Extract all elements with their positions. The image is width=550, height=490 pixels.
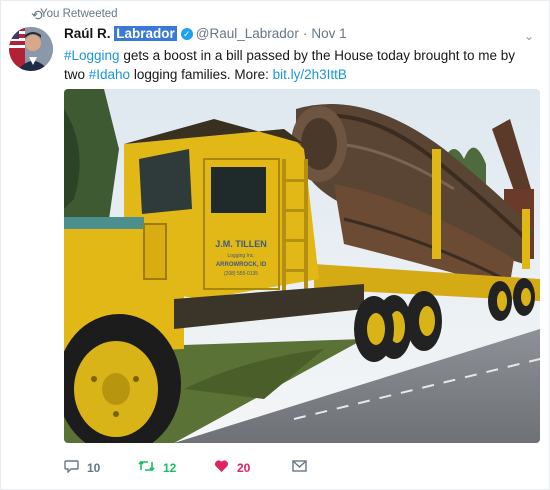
author-handle[interactable]: @Raul_Labrador <box>196 26 299 41</box>
like-button[interactable]: 20 <box>214 459 250 476</box>
reply-button[interactable]: 10 <box>64 459 100 476</box>
reply-count: 10 <box>87 460 101 475</box>
truck-text-city: ARROWROCK, ID <box>216 262 267 268</box>
verified-badge-icon: ✓ <box>180 27 193 40</box>
truck-text-company: J.M. TILLEN <box>215 239 267 249</box>
hashtag-idaho[interactable]: #Idaho <box>89 67 130 82</box>
separator: · <box>302 26 308 41</box>
retweet-button[interactable]: 12 <box>138 459 176 476</box>
retweet-count: 12 <box>163 460 177 475</box>
reply-icon <box>64 459 79 476</box>
tweet-date[interactable]: Nov 1 <box>311 26 346 41</box>
truck-text-phone: (208) 555-0135 <box>224 271 258 277</box>
author-name[interactable]: Raúl R. Labrador <box>64 26 177 41</box>
like-count: 20 <box>237 460 251 475</box>
tweet-header: Raúl R. Labrador ✓ @Raul_Labrador · Nov … <box>64 26 347 41</box>
heart-icon <box>214 459 229 476</box>
retweet-label: You Retweeted <box>40 8 118 20</box>
hashtag-logging[interactable]: #Logging <box>64 48 120 63</box>
tweet-link[interactable]: bit.ly/2h3IttB <box>273 67 347 82</box>
tweet-text: #Logging gets a boost in a bill passed b… <box>64 46 519 84</box>
truck-text-line2: Logging Inc. <box>227 253 254 259</box>
tweet-photo[interactable]: J.M. TILLEN Logging Inc. ARROWROCK, ID (… <box>64 89 540 443</box>
author-name-highlight: Labrador <box>114 26 177 41</box>
direct-message-button[interactable] <box>292 459 315 475</box>
tweet-actions: 10 12 20 <box>64 459 324 477</box>
envelope-icon <box>292 459 307 475</box>
retweet-context: ⟲ You Retweeted <box>31 7 118 23</box>
avatar[interactable] <box>9 27 53 71</box>
retweet-icon: ⟲ <box>31 7 43 23</box>
tweet-text-part2: logging families. More: <box>130 67 273 82</box>
retweet-icon <box>138 459 155 476</box>
chevron-down-icon[interactable]: ⌄ <box>524 29 534 43</box>
